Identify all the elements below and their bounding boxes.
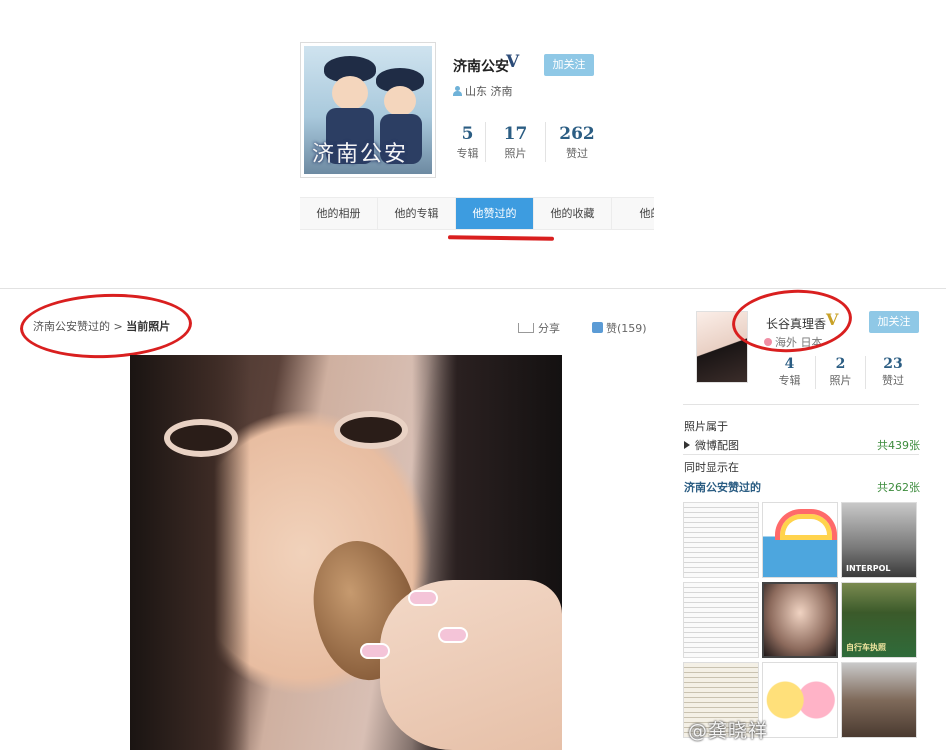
stat-label: 专辑 [456, 147, 479, 160]
thumbnail[interactable] [762, 502, 838, 578]
album-count: 共439张 [877, 439, 920, 452]
profile-name[interactable]: 济南公安 [453, 56, 509, 76]
location-text: 山东 济南 [465, 85, 513, 98]
police-cartoon-image: 济南公安 [304, 46, 432, 174]
tab-liked[interactable]: 他赞过的 [456, 198, 534, 229]
stat-value: 262 [559, 124, 595, 144]
liked-by-link[interactable]: 济南公安赞过的 [684, 479, 761, 495]
thumbnail[interactable] [683, 502, 759, 578]
stat-value: 23 [883, 356, 903, 372]
tab-albums[interactable]: 他的相册 [300, 198, 378, 229]
section-divider [0, 288, 946, 289]
stat-label: 照片 [504, 147, 527, 160]
stat-label: 专辑 [778, 374, 801, 387]
share-label: 分享 [538, 322, 560, 335]
thumbnail[interactable] [762, 662, 838, 738]
main-photo[interactable] [130, 355, 562, 750]
share-button[interactable]: 分享 [518, 320, 560, 336]
stat-label: 照片 [829, 374, 852, 387]
owner-stat-liked[interactable]: 23 赞过 [866, 356, 920, 389]
like-button[interactable]: 赞(159) [592, 320, 647, 336]
thumbnail-caption: 自行车执照 [846, 643, 886, 652]
profile-location: 山东 济南 [453, 83, 513, 99]
owner-stats: 4 专辑 2 照片 23 赞过 [764, 356, 920, 389]
tab-collections[interactable]: 他的专辑 [378, 198, 456, 229]
triangle-right-icon [684, 441, 690, 449]
thumbnail[interactable] [683, 582, 759, 658]
thumbnail-current[interactable] [762, 582, 838, 658]
also-shown-label: 同时显示在 [684, 461, 739, 474]
thumbnail[interactable]: INTERPOL [841, 502, 917, 578]
owner-stat-albums[interactable]: 4 专辑 [764, 356, 816, 389]
stat-label: 赞过 [882, 374, 904, 387]
stat-liked[interactable]: 262 赞过 [546, 122, 608, 162]
annotation-underline [447, 235, 555, 241]
person-icon [453, 86, 462, 96]
thumbnail[interactable] [841, 662, 917, 738]
tab-favorites[interactable]: 他的收藏 [534, 198, 612, 229]
stat-value: 4 [784, 356, 795, 372]
avatar-caption: 济南公安 [312, 142, 409, 167]
owner-stat-photos[interactable]: 2 照片 [816, 356, 866, 389]
owner-follow-button[interactable]: 加关注 [869, 311, 919, 333]
stat-value: 2 [835, 356, 846, 372]
annotation-circle-owner [729, 285, 855, 357]
weibo-watermark: @龚晓祥 [688, 720, 769, 742]
follow-button[interactable]: 加关注 [544, 54, 594, 76]
tab-more[interactable]: 他的 [612, 198, 655, 229]
verified-icon: V [506, 52, 520, 72]
stat-value: 17 [503, 124, 528, 144]
thumbs-up-icon [592, 322, 603, 333]
belongs-to-label: 照片属于 [684, 420, 728, 433]
profile-avatar[interactable]: 济南公安 [300, 42, 436, 178]
profile-stats: 5 专辑 17 照片 262 赞过 [450, 122, 608, 162]
annotation-circle-breadcrumb [18, 291, 194, 361]
thumbnail[interactable]: 自行车执照 [841, 582, 917, 658]
stat-label: 赞过 [566, 147, 588, 160]
stat-photos[interactable]: 17 照片 [486, 122, 546, 162]
thumbnail-caption: INTERPOL [846, 564, 891, 573]
liked-by-count: 共262张 [877, 481, 920, 494]
like-label: 赞(159) [606, 322, 647, 335]
stat-value: 5 [461, 124, 474, 144]
sidebar-divider [683, 454, 919, 455]
profile-tabs: 他的相册 他的专辑 他赞过的 他的收藏 他的 [300, 197, 654, 230]
album-name: 微博配图 [695, 439, 739, 452]
stat-albums[interactable]: 5 专辑 [450, 122, 486, 162]
sidebar-divider [683, 404, 919, 405]
share-icon [518, 323, 534, 333]
album-link[interactable]: 微博配图 [684, 437, 739, 453]
